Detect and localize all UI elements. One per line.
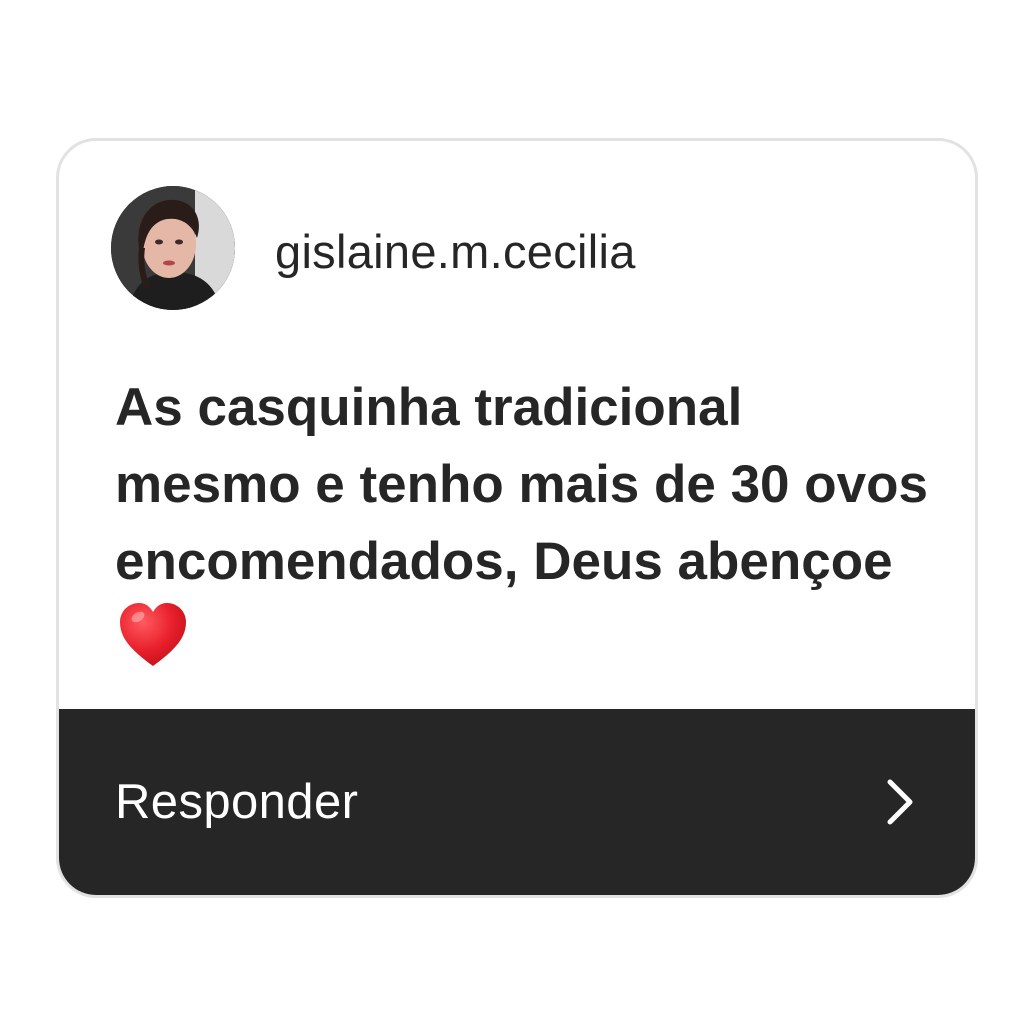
reply-button[interactable]: Responder: [59, 709, 975, 895]
comment-text-content: As casquinha tradicional mesmo e tenho m…: [115, 378, 928, 591]
comment-card: gislaine.m.cecilia As casquinha tradicio…: [56, 138, 978, 898]
comment-header: gislaine.m.cecilia: [111, 186, 636, 310]
avatar-image: [111, 186, 235, 310]
avatar[interactable]: [111, 186, 235, 310]
comment-text: As casquinha tradicional mesmo e tenho m…: [115, 369, 935, 683]
heart-icon: [120, 603, 186, 666]
username[interactable]: gislaine.m.cecilia: [275, 224, 636, 279]
reply-label: Responder: [115, 775, 359, 829]
chevron-right-icon: [887, 779, 913, 825]
